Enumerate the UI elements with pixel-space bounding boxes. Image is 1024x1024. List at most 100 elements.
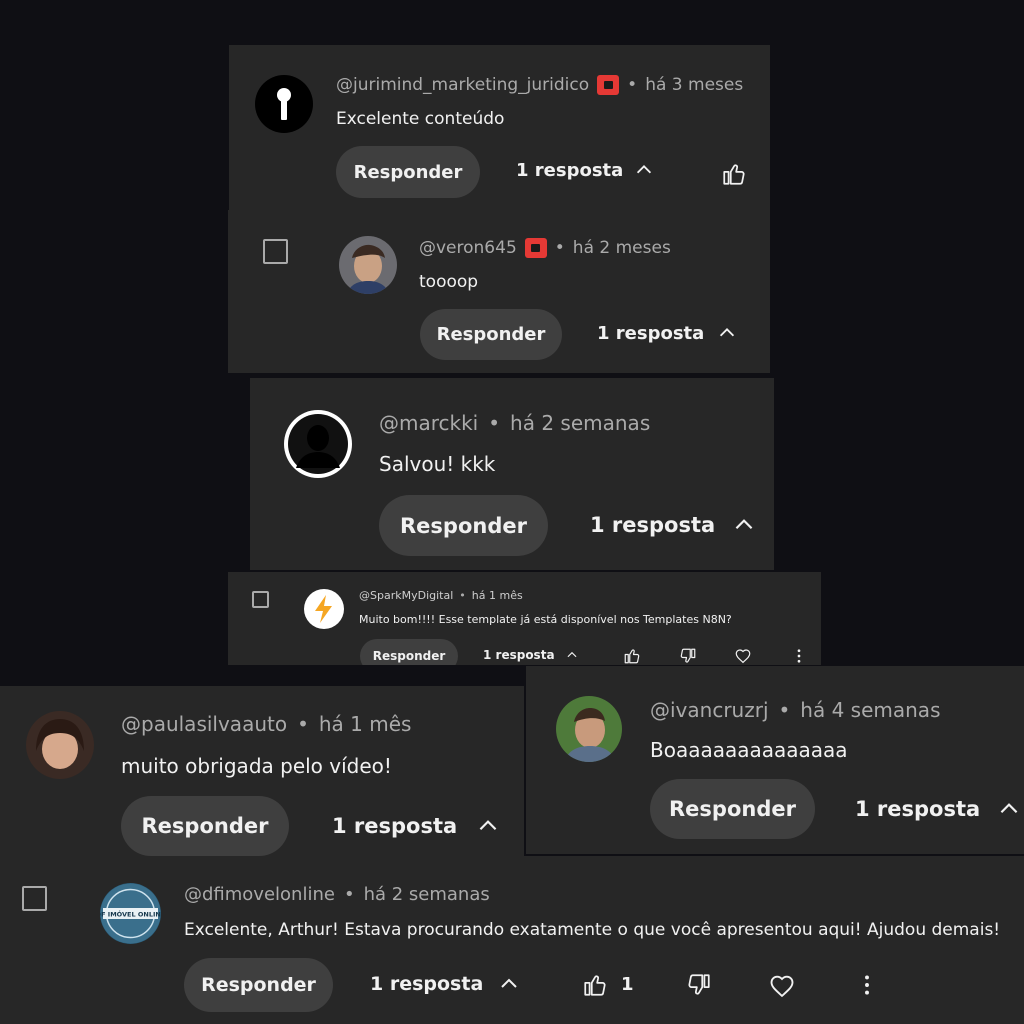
comment-header: @dfimovelonline • há 2 semanas: [184, 884, 490, 905]
chevron-up-icon: [731, 512, 757, 538]
avatar[interactable]: [284, 410, 352, 478]
replies-count: 1 resposta: [483, 648, 555, 662]
thumbs-up-icon[interactable]: [721, 161, 747, 187]
comment-card-marckki: @marckki • há 2 semanas Salvou! kkk Resp…: [250, 378, 774, 570]
reply-button[interactable]: Responder: [336, 146, 480, 198]
separator-dot: •: [627, 75, 638, 95]
thumbs-up-icon[interactable]: [623, 647, 641, 665]
comment-header: @jurimind_marketing_juridico • há 3 mese…: [336, 75, 743, 95]
avatar[interactable]: [255, 75, 313, 133]
replies-count: 1 resposta: [516, 159, 624, 181]
replies-count: 1 resposta: [855, 797, 981, 821]
replies-count: 1 resposta: [332, 814, 458, 838]
person-photo-icon: [339, 236, 397, 294]
chevron-up-icon: [565, 648, 579, 662]
lightbulb-logo-icon: [277, 88, 291, 120]
thumbs-down-icon[interactable]: [686, 972, 712, 998]
replies-toggle[interactable]: 1 resposta: [483, 648, 579, 662]
comment-header: @veron645 • há 2 meses: [419, 238, 671, 258]
replies-count: 1 resposta: [370, 973, 484, 995]
avatar[interactable]: DF IMÓVEL ONLINE: [100, 883, 161, 944]
comment-time[interactable]: há 2 semanas: [364, 884, 490, 905]
comment-time[interactable]: há 1 mês: [319, 712, 412, 736]
person-photo-icon: [556, 696, 622, 762]
person-photo-icon: [26, 711, 94, 779]
checkbox-icon[interactable]: [22, 886, 47, 911]
reply-button[interactable]: Responder: [650, 779, 815, 839]
comment-text: toooop: [419, 272, 479, 292]
like-count: 1: [621, 974, 634, 995]
comment-time[interactable]: há 1 mês: [472, 589, 523, 602]
silhouette-avatar-icon: [288, 414, 348, 474]
more-vertical-icon[interactable]: [790, 647, 808, 665]
chevron-up-icon: [716, 322, 738, 344]
avatar[interactable]: [339, 236, 397, 294]
member-badge-icon: [524, 238, 547, 258]
separator-dot: •: [778, 698, 791, 722]
comment-time[interactable]: há 4 semanas: [800, 698, 940, 722]
comment-card-sparkmydigital: @SparkMyDigital • há 1 mês Muito bom!!!!…: [228, 572, 821, 665]
separator-dot: •: [459, 589, 466, 602]
reply-button[interactable]: Responder: [121, 796, 289, 856]
heart-icon[interactable]: [768, 972, 796, 1000]
reply-button[interactable]: Responder: [420, 309, 562, 360]
comment-text: Excelente conteúdo: [336, 109, 505, 129]
separator-dot: •: [343, 884, 355, 905]
chevron-up-icon: [497, 972, 521, 996]
reply-button[interactable]: Responder: [184, 958, 333, 1012]
comment-card-veron645: @veron645 • há 2 meses toooop Responder …: [228, 210, 770, 373]
comment-author[interactable]: @marckki: [379, 411, 478, 435]
comment-time[interactable]: há 2 meses: [573, 238, 671, 258]
replies-toggle[interactable]: 1 resposta: [332, 813, 501, 839]
comment-text: Muito bom!!!! Esse template já está disp…: [359, 613, 732, 626]
reply-button[interactable]: Responder: [360, 639, 458, 665]
replies-toggle[interactable]: 1 resposta: [855, 796, 1022, 822]
comment-author[interactable]: @paulasilvaauto: [121, 712, 287, 736]
avatar[interactable]: [26, 711, 94, 779]
replies-toggle[interactable]: 1 resposta: [590, 512, 757, 538]
comment-text: muito obrigada pelo vídeo!: [121, 754, 392, 778]
comment-header: @ivancruzrj • há 4 semanas: [650, 698, 940, 722]
separator-dot: •: [297, 712, 309, 736]
chevron-up-icon: [475, 813, 501, 839]
member-badge-icon: [597, 75, 620, 95]
thumbs-up-icon[interactable]: [582, 972, 608, 998]
replies-count: 1 resposta: [590, 513, 716, 537]
comment-author[interactable]: @ivancruzrj: [650, 698, 769, 722]
chevron-up-icon: [633, 159, 655, 181]
comment-author[interactable]: @jurimind_marketing_juridico: [336, 75, 589, 95]
comment-header: @marckki • há 2 semanas: [379, 411, 650, 435]
comment-card-paulasilvaauto: @paulasilvaauto • há 1 mês muito obrigad…: [0, 686, 524, 856]
avatar[interactable]: [304, 589, 344, 629]
comment-text: Excelente, Arthur! Estava procurando exa…: [184, 920, 1001, 940]
more-vertical-icon[interactable]: [854, 972, 880, 998]
replies-count: 1 resposta: [597, 322, 705, 344]
comment-card-dfimovelonline: DF IMÓVEL ONLINE @dfimovelonline • há 2 …: [0, 856, 1024, 1024]
heart-icon[interactable]: [734, 647, 752, 665]
comment-author[interactable]: @dfimovelonline: [184, 884, 335, 905]
comment-header: @paulasilvaauto • há 1 mês: [121, 712, 411, 736]
comment-text: Salvou! kkk: [379, 452, 496, 476]
comment-time[interactable]: há 2 semanas: [510, 411, 650, 435]
comment-author[interactable]: @veron645: [419, 238, 517, 258]
comment-time[interactable]: há 3 meses: [645, 75, 743, 95]
comment-header: @SparkMyDigital • há 1 mês: [359, 589, 523, 602]
checkbox-icon[interactable]: [263, 239, 288, 264]
chevron-up-icon: [996, 796, 1022, 822]
replies-toggle[interactable]: 1 resposta: [597, 322, 738, 344]
company-logo-icon: DF IMÓVEL ONLINE: [100, 883, 161, 944]
replies-toggle[interactable]: 1 resposta: [370, 972, 521, 996]
comment-card-jurimind: @jurimind_marketing_juridico • há 3 mese…: [229, 45, 770, 210]
reply-button[interactable]: Responder: [379, 495, 548, 556]
separator-dot: •: [488, 411, 501, 435]
comment-card-ivancruzrj: @ivancruzrj • há 4 semanas Boaaaaaaaaaaa…: [526, 666, 1024, 854]
replies-toggle[interactable]: 1 resposta: [516, 159, 655, 181]
comment-author[interactable]: @SparkMyDigital: [359, 589, 453, 602]
logo-text: DF IMÓVEL ONLINE: [100, 910, 161, 919]
comment-text: Boaaaaaaaaaaaaaa: [650, 738, 848, 762]
separator-dot: •: [554, 238, 565, 258]
checkbox-icon[interactable]: [252, 591, 269, 608]
lightning-logo-icon: [305, 590, 343, 628]
thumbs-down-icon[interactable]: [679, 647, 697, 665]
avatar[interactable]: [556, 696, 622, 762]
